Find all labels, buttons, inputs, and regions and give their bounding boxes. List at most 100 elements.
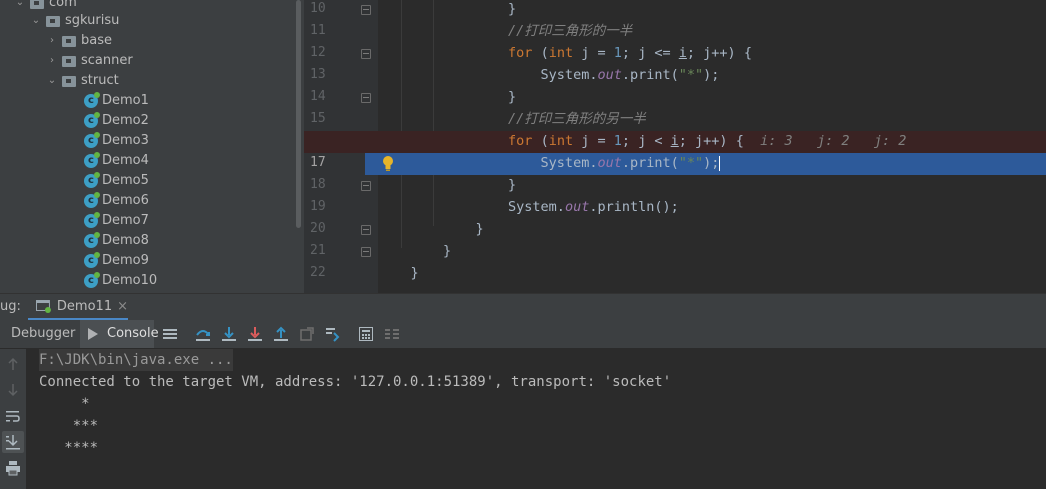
- package-icon: [46, 15, 60, 27]
- debug-tool-window-header: ug: Demo11 ×: [0, 293, 1046, 321]
- code-line-22: }: [378, 265, 419, 281]
- line-number: 18: [310, 177, 326, 192]
- chevron-right-icon[interactable]: ›: [46, 51, 58, 71]
- tree-item-demo8[interactable]: c Demo8: [84, 231, 149, 251]
- line-number: 14: [310, 89, 326, 104]
- console-line: ****: [39, 440, 99, 456]
- tree-item-label: Demo8: [102, 233, 149, 248]
- tree-item-label: Demo10: [102, 273, 158, 288]
- package-icon: [62, 35, 76, 47]
- chevron-down-icon[interactable]: ⌄: [46, 71, 58, 91]
- tree-item-label: Demo3: [102, 133, 149, 148]
- chevron-right-icon[interactable]: ›: [46, 31, 58, 51]
- trace-icon[interactable]: [384, 326, 400, 342]
- tree-item-demo4[interactable]: c Demo4: [84, 151, 149, 171]
- tree-item-sgkurisu[interactable]: ⌄ sgkurisu: [30, 11, 120, 31]
- tree-scrollbar[interactable]: [293, 0, 304, 293]
- down-arrow-icon[interactable]: [5, 382, 21, 398]
- console-line: Connected to the target VM, address: '12…: [39, 374, 672, 390]
- line-number: 15: [310, 111, 326, 126]
- line-number: 12: [310, 45, 326, 60]
- fold-marker-icon[interactable]: [361, 49, 371, 59]
- code-line-11: //打印三角形的一半: [508, 23, 633, 39]
- chevron-down-icon[interactable]: ⌄: [30, 11, 42, 31]
- code-line-18: }: [378, 177, 517, 193]
- text-caret: [719, 155, 721, 171]
- console-side-toolbar: [0, 349, 26, 489]
- hamburger-menu-icon[interactable]: [162, 326, 178, 342]
- tree-item-scanner[interactable]: › scanner: [46, 51, 133, 71]
- evaluate-expression-icon[interactable]: [358, 326, 374, 342]
- up-arrow-icon[interactable]: [5, 356, 21, 372]
- java-class-icon: c: [84, 192, 100, 208]
- tree-item-demo6[interactable]: c Demo6: [84, 191, 149, 211]
- line-number: 21: [310, 243, 326, 258]
- console-icon: [88, 328, 98, 340]
- line-number: 22: [310, 265, 326, 280]
- line-number: 13: [310, 67, 326, 82]
- drop-frame-icon[interactable]: [299, 326, 315, 342]
- scroll-to-end-icon[interactable]: [2, 431, 24, 453]
- debug-session-title: Demo11: [56, 298, 113, 314]
- code-line-16: for (int j = 1; j < i; j++) { i: 3 j: 2 …: [508, 133, 907, 149]
- tree-item-demo9[interactable]: c Demo9: [84, 251, 149, 271]
- tree-item-demo7[interactable]: c Demo7: [84, 211, 149, 231]
- fold-marker-icon[interactable]: [361, 181, 371, 191]
- code-line-14: }: [378, 89, 517, 105]
- step-out-icon[interactable]: [273, 326, 289, 342]
- tab-console-label: Console: [107, 326, 159, 341]
- scrollbar-thumb[interactable]: [296, 0, 301, 228]
- fold-marker-icon[interactable]: [361, 93, 371, 103]
- console-line: *: [39, 396, 90, 412]
- tree-item-demo2[interactable]: c Demo2: [84, 111, 149, 131]
- tree-item-label: Demo5: [102, 173, 149, 188]
- step-into-icon[interactable]: [221, 326, 237, 342]
- java-class-icon: c: [84, 152, 100, 168]
- line-number: 19: [310, 199, 326, 214]
- fold-marker-icon[interactable]: [361, 5, 371, 15]
- tab-console[interactable]: Console: [80, 320, 159, 348]
- tree-item-base[interactable]: › base: [46, 31, 112, 51]
- java-class-icon: c: [84, 232, 100, 248]
- print-icon[interactable]: [5, 460, 21, 476]
- close-icon[interactable]: ×: [117, 299, 128, 314]
- inline-debug-value: j: 2: [873, 133, 907, 149]
- java-class-icon: c: [84, 212, 100, 228]
- tree-item-struct[interactable]: ⌄ struct: [46, 71, 119, 91]
- tree-item-label: Demo1: [102, 93, 149, 108]
- force-step-into-icon[interactable]: [247, 326, 263, 342]
- tab-debugger[interactable]: Debugger: [11, 326, 75, 341]
- run-config-icon: [36, 300, 51, 313]
- debug-session-tab[interactable]: Demo11 ×: [28, 294, 128, 321]
- line-number: 10: [310, 1, 326, 16]
- code-editor[interactable]: 10 11 12 13 14 15 16 17 18 19 20 21 22: [304, 0, 1046, 293]
- step-over-icon[interactable]: [195, 326, 211, 342]
- java-class-icon: c: [84, 172, 100, 188]
- fold-marker-icon[interactable]: [361, 247, 371, 257]
- tree-item-label: scanner: [81, 53, 133, 68]
- inline-debug-value: j: 2: [816, 133, 850, 149]
- debug-toolbar: Debugger Console: [0, 320, 1046, 349]
- chevron-down-icon[interactable]: ⌄: [14, 0, 26, 13]
- tree-item-label: Demo6: [102, 193, 149, 208]
- tree-item-demo5[interactable]: c Demo5: [84, 171, 149, 191]
- run-to-cursor-icon[interactable]: [325, 326, 341, 342]
- java-class-icon: c: [84, 112, 100, 128]
- tree-item-demo3[interactable]: c Demo3: [84, 131, 149, 151]
- package-icon: [62, 75, 76, 87]
- inline-debug-value: i: 3: [760, 133, 793, 149]
- tree-item-demo1[interactable]: c Demo1: [84, 91, 149, 111]
- fold-marker-icon[interactable]: [361, 225, 371, 235]
- tree-item-demo10[interactable]: c Demo10: [84, 271, 157, 291]
- soft-wrap-icon[interactable]: [5, 408, 21, 424]
- code-line-13: System.out.print("*");: [378, 67, 720, 83]
- tree-item-label: sgkurisu: [65, 13, 120, 28]
- tree-item-label: Demo4: [102, 153, 149, 168]
- tree-item-label: Demo9: [102, 253, 149, 268]
- console-output[interactable]: F:\JDK\bin\java.exe ... Connected to the…: [26, 349, 1046, 489]
- console-command-line[interactable]: F:\JDK\bin\java.exe ...: [39, 349, 233, 371]
- code-line-21: }: [378, 243, 452, 259]
- console-line: ***: [39, 418, 99, 434]
- code-line-10: }: [378, 1, 517, 17]
- line-number: 17: [310, 155, 326, 170]
